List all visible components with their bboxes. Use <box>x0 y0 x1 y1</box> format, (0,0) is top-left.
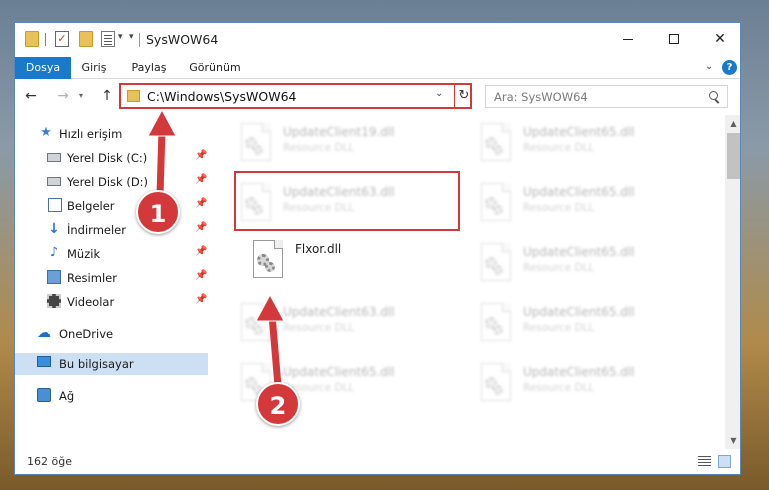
step-2-badge: 2 <box>256 382 300 426</box>
arrow-to-address-bar <box>147 108 177 199</box>
step-1-badge: 1 <box>136 190 180 234</box>
annotation-arrows <box>147 108 285 390</box>
arrow-to-flxor-file <box>255 293 285 390</box>
